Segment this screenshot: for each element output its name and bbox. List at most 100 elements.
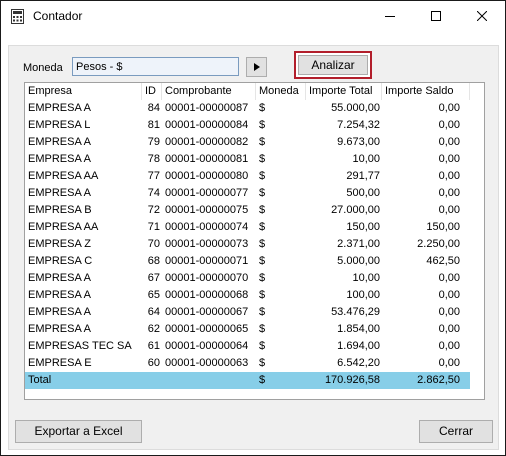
cell-id: 65: [147, 289, 160, 301]
cell-empresa: EMPRESA A: [28, 289, 91, 301]
header-moneda[interactable]: Moneda: [256, 83, 306, 100]
cell-importe-total: 27.000,00: [331, 204, 380, 216]
cell-id: 62: [147, 323, 160, 335]
table-row[interactable]: EMPRESA L 81 00001-00000084 $7.254,32 0,00: [25, 117, 470, 134]
cell-importe-total: 7.254,32: [337, 119, 380, 131]
cell-importe-saldo: 2.862,50: [417, 374, 460, 386]
cell-importe-saldo: 0,00: [438, 119, 460, 131]
cell-moneda: $: [259, 238, 266, 250]
minimize-icon: [385, 10, 395, 24]
maximize-button[interactable]: [413, 1, 459, 32]
table-row[interactable]: EMPRESA A 62 00001-00000065 $1.854,00 0,00: [25, 321, 470, 338]
cell-id: 74: [147, 187, 160, 199]
cell-moneda: $: [259, 255, 266, 267]
cell-moneda: $: [259, 153, 266, 165]
header-comprobante[interactable]: Comprobante: [162, 83, 256, 100]
table-row[interactable]: EMPRESA A 74 00001-00000077 $500,00 0,00: [25, 185, 470, 202]
cell-id: [142, 372, 162, 389]
cell-importe-total: 10,00: [352, 272, 380, 284]
cell-comprobante: 00001-00000064: [165, 340, 249, 352]
cell-importe-saldo: 0,00: [438, 102, 460, 114]
window-title: Contador: [33, 9, 83, 23]
cell-importe-saldo: 0,00: [438, 170, 460, 182]
cell-empresa: Total: [28, 374, 52, 386]
header-id[interactable]: ID: [142, 83, 162, 100]
cell-empresa: EMPRESA C: [28, 255, 93, 267]
cell-moneda: $: [259, 323, 266, 335]
export-excel-button[interactable]: Exportar a Excel: [15, 420, 142, 443]
table-row[interactable]: EMPRESA A 64 00001-00000067 $53.476,29 0,00: [25, 304, 470, 321]
calculator-icon: [11, 9, 25, 24]
header-empresa[interactable]: Empresa: [25, 83, 142, 100]
cell-importe-total: 53.476,29: [331, 306, 380, 318]
close-window-button[interactable]: [459, 1, 505, 32]
results-grid[interactable]: Empresa ID Comprobante Moneda Importe To…: [24, 82, 485, 400]
table-row[interactable]: EMPRESA A 79 00001-00000082 $9.673,00 0,00: [25, 134, 470, 151]
play-icon: [253, 60, 260, 74]
moneda-label: Moneda: [23, 62, 63, 74]
table-row[interactable]: EMPRESA C 68 00001-00000071 $5.000,00 462,50: [25, 253, 470, 270]
cell-moneda: $: [259, 136, 266, 148]
cell-id: 61: [147, 340, 160, 352]
header-importe-total[interactable]: Importe Total: [306, 83, 382, 100]
cell-empresa: EMPRESA Z: [28, 238, 91, 250]
moneda-field[interactable]: Pesos - $: [72, 57, 239, 76]
table-row[interactable]: EMPRESA AA 77 00001-00000080 $291,77 0,00: [25, 168, 470, 185]
cell-empresa: EMPRESA E: [28, 357, 92, 369]
cell-moneda: $: [259, 374, 266, 386]
close-button[interactable]: Cerrar: [419, 420, 493, 443]
cell-moneda: $: [259, 306, 266, 318]
cell-moneda: $: [259, 357, 266, 369]
cell-comprobante: 00001-00000067: [165, 306, 249, 318]
cell-id: 72: [147, 204, 160, 216]
cell-importe-saldo: 462,50: [426, 255, 460, 267]
table-row[interactable]: EMPRESA A 65 00001-00000068 $100,00 0,00: [25, 287, 470, 304]
cell-moneda: $: [259, 170, 266, 182]
cell-comprobante: 00001-00000070: [165, 272, 249, 284]
cell-id: 71: [147, 221, 160, 233]
cell-importe-total: 5.000,00: [337, 255, 380, 267]
cell-comprobante: 00001-00000073: [165, 238, 249, 250]
total-row[interactable]: Total $170.926,58 2.862,50: [25, 372, 470, 389]
cell-comprobante: 00001-00000063: [165, 357, 249, 369]
cell-empresa: EMPRESA L: [28, 119, 91, 131]
cell-id: 79: [147, 136, 160, 148]
table-row[interactable]: EMPRESA E 60 00001-00000063 $6.542,20 0,00: [25, 355, 470, 372]
cell-comprobante: 00001-00000081: [165, 153, 249, 165]
cell-importe-total: 150,00: [346, 221, 380, 233]
table-row[interactable]: EMPRESA B 72 00001-00000075 $27.000,00 0,00: [25, 202, 470, 219]
cell-importe-total: 291,77: [346, 170, 380, 182]
cell-importe-total: 9.673,00: [337, 136, 380, 148]
cell-comprobante: 00001-00000080: [165, 170, 249, 182]
table-row[interactable]: EMPRESA A 84 00001-00000087 $55.000,00 0,00: [25, 100, 470, 117]
cell-importe-total: 100,00: [346, 289, 380, 301]
cell-empresa: EMPRESA AA: [28, 170, 99, 182]
cell-empresa: EMPRESA A: [28, 187, 91, 199]
table-row[interactable]: EMPRESAS TEC SA 61 00001-00000064 $1.694,00…: [25, 338, 470, 355]
cell-importe-total: 1.694,00: [337, 340, 380, 352]
header-importe-saldo[interactable]: Importe Saldo: [382, 83, 470, 100]
cell-id: 68: [147, 255, 160, 267]
table-row[interactable]: EMPRESA A 78 00001-00000081 $10,00 0,00: [25, 151, 470, 168]
cell-id: 77: [147, 170, 160, 182]
cell-importe-total: 6.542,20: [337, 357, 380, 369]
minimize-button[interactable]: [367, 1, 413, 32]
analizar-button[interactable]: Analizar: [298, 55, 368, 75]
cell-importe-total: 500,00: [346, 187, 380, 199]
cell-comprobante: 00001-00000087: [165, 102, 249, 114]
contador-window: Contador Moneda Pesos - $ Analizar Empre…: [0, 0, 506, 456]
cell-importe-total: 2.371,00: [337, 238, 380, 250]
cell-importe-total: 55.000,00: [331, 102, 380, 114]
cell-empresa: EMPRESA A: [28, 323, 91, 335]
grid-header: Empresa ID Comprobante Moneda Importe To…: [25, 83, 484, 100]
cell-id: 84: [147, 102, 160, 114]
cell-id: 67: [147, 272, 160, 284]
cell-empresa: EMPRESA AA: [28, 221, 99, 233]
cell-importe-saldo: 0,00: [438, 153, 460, 165]
moneda-select-button[interactable]: [246, 57, 267, 77]
table-row[interactable]: EMPRESA Z 70 00001-00000073 $2.371,00 2.250,…: [25, 236, 470, 253]
cell-moneda: $: [259, 289, 266, 301]
client-area: Moneda Pesos - $ Analizar Empresa ID Com…: [8, 45, 499, 450]
table-row[interactable]: EMPRESA A 67 00001-00000070 $10,00 0,00: [25, 270, 470, 287]
table-row[interactable]: EMPRESA AA 71 00001-00000074 $150,00 150,00: [25, 219, 470, 236]
